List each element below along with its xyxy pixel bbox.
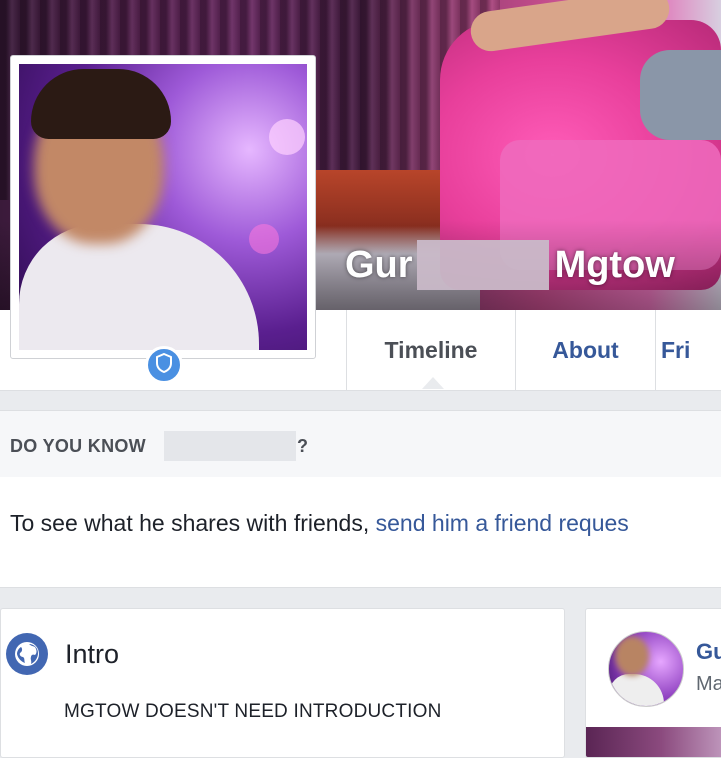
active-tab-caret <box>422 377 444 389</box>
mini-avatar-shirt <box>609 674 664 706</box>
name-redaction <box>416 240 549 290</box>
globe-icon <box>6 633 48 675</box>
intro-bio: MGTOW DOESN'T NEED INTRODUCTION <box>64 701 442 722</box>
cover-person-leg <box>640 50 721 140</box>
do-you-know-label: DO YOU KNOW <box>10 436 146 456</box>
tab-friends[interactable]: Fri <box>655 310 721 390</box>
profile-picture[interactable] <box>10 55 316 359</box>
do-you-know-name-redaction <box>164 431 296 461</box>
side-card-subtitle: Ma <box>696 673 721 695</box>
side-profile-card[interactable]: Gu Ma <box>585 608 721 758</box>
tab-about[interactable]: About <box>515 310 655 390</box>
mini-avatar-face-blurred <box>615 636 649 676</box>
do-you-know-banner: DO YOU KNOW ? <box>0 410 721 478</box>
avatar-bokeh <box>249 224 279 254</box>
profile-name-last: Mgtow <box>554 243 675 286</box>
send-friend-request-link[interactable]: send him a friend reques <box>376 510 629 536</box>
friend-request-prefix: To see what he shares with friends, <box>10 510 376 536</box>
avatar-bokeh <box>269 119 305 155</box>
friend-request-text: To see what he shares with friends, send… <box>10 510 629 537</box>
do-you-know-question-mark: ? <box>297 436 308 456</box>
avatar-hair <box>31 69 171 139</box>
profile-picture-image <box>19 64 307 350</box>
profile-guard-badge <box>145 346 183 384</box>
avatar[interactable] <box>608 631 684 707</box>
side-card-name[interactable]: Gu <box>696 639 721 665</box>
friend-request-prompt: To see what he shares with friends, send… <box>0 477 721 588</box>
intro-title: Intro <box>65 639 120 669</box>
profile-name-first: Gur <box>345 243 413 286</box>
profile-name[interactable]: Gur Mgtow <box>345 240 675 290</box>
intro-card: Intro MGTOW DOESN'T NEED INTRODUCTION <box>0 608 565 758</box>
shield-icon <box>155 352 173 378</box>
side-card-photo-strip <box>586 727 721 757</box>
avatar-shirt <box>19 224 259 350</box>
